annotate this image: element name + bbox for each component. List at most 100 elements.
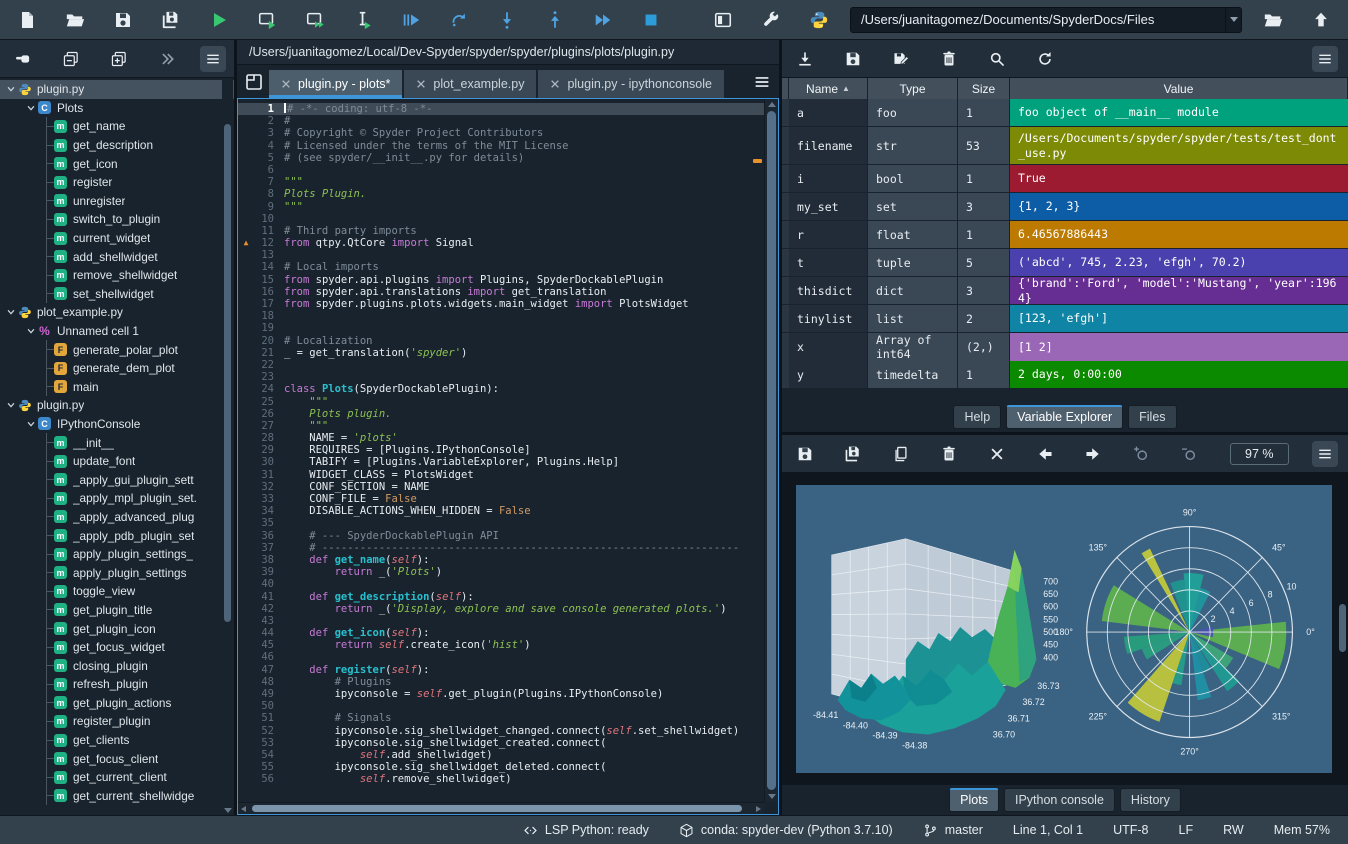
maximize-pane-icon[interactable] — [710, 7, 736, 33]
tab-ipython-console[interactable]: IPython console — [1004, 788, 1115, 812]
variable-row-thisdict[interactable]: thisdictdict3{'brand':'Ford', 'model':'M… — [782, 277, 1348, 305]
run-cell-icon[interactable] — [254, 7, 280, 33]
variable-row-my_set[interactable]: my_setset3{1, 2, 3} — [782, 193, 1348, 221]
outline-item-apply_plugin_settings_[interactable]: mapply_plugin_settings_ — [0, 545, 234, 564]
column-header-name[interactable]: Name▲ — [789, 78, 868, 99]
outline-scrollbar[interactable] — [222, 80, 233, 813]
tab-plugin-py-plots-[interactable]: plugin.py - plots* — [269, 70, 402, 98]
variable-value[interactable]: {'brand':'Ford', 'model':'Mustang', 'yea… — [1010, 277, 1348, 304]
variable-table[interactable]: Name▲TypeSizeValueafoo1foo object of __m… — [782, 78, 1348, 402]
zoom-in-icon[interactable] — [1128, 441, 1154, 467]
save-data-as-icon[interactable] — [888, 46, 914, 72]
outline-item-get_focus_client[interactable]: mget_focus_client — [0, 749, 234, 768]
outline-item-main[interactable]: Fmain — [0, 378, 234, 397]
outline-item-get_current_client[interactable]: mget_current_client — [0, 768, 234, 787]
variable-row-r[interactable]: rfloat16.46567886443 — [782, 221, 1348, 249]
variable-value[interactable]: [123, 'efgh'] — [1010, 305, 1348, 332]
outline-item-register[interactable]: mregister — [0, 173, 234, 192]
outline-item-unregister[interactable]: munregister — [0, 192, 234, 211]
expander-chevron-icon[interactable] — [4, 400, 18, 410]
save-all-plots-icon[interactable] — [840, 441, 866, 467]
debug-icon[interactable] — [398, 7, 424, 33]
variable-value[interactable]: True — [1010, 165, 1348, 192]
column-header-size[interactable]: Size — [958, 78, 1010, 99]
step-into-icon[interactable] — [494, 7, 520, 33]
outline-options-menu-icon[interactable] — [200, 46, 226, 72]
refresh-variables-icon[interactable] — [1032, 46, 1058, 72]
tab-files[interactable]: Files — [1128, 405, 1176, 429]
editor-horizontal-scrollbar[interactable] — [238, 802, 764, 814]
new-file-icon[interactable] — [14, 7, 40, 33]
parent-directory-icon[interactable] — [1308, 7, 1334, 33]
editor-vertical-scrollbar[interactable] — [764, 99, 778, 802]
save-icon[interactable] — [110, 7, 136, 33]
python-env-icon[interactable] — [806, 7, 832, 33]
expander-chevron-icon[interactable] — [4, 84, 18, 94]
outline-item-closing_plugin[interactable]: mclosing_plugin — [0, 656, 234, 675]
outline-item-unnamed-cell-1[interactable]: %Unnamed cell 1 — [0, 322, 234, 341]
outline-item-get_current_shellwidge[interactable]: mget_current_shellwidge — [0, 787, 234, 806]
variable-row-filename[interactable]: filenamestr53/Users/Documents/spyder/spy… — [782, 127, 1348, 165]
outline-item-_apply_pdb_plugin_set[interactable]: m_apply_pdb_plugin_set — [0, 526, 234, 545]
tab-plots[interactable]: Plots — [949, 788, 999, 812]
search-variable-icon[interactable] — [984, 46, 1010, 72]
outline-item-generate_polar_plot[interactable]: Fgenerate_polar_plot — [0, 340, 234, 359]
expander-chevron-icon[interactable] — [24, 326, 38, 336]
stop-icon[interactable] — [638, 7, 664, 33]
expand-all-icon[interactable] — [106, 46, 132, 72]
tab-plot-example-py[interactable]: plot_example.py — [404, 70, 536, 98]
outline-item-refresh_plugin[interactable]: mrefresh_plugin — [0, 675, 234, 694]
outline-item-get_name[interactable]: mget_name — [0, 117, 234, 136]
outline-item-plots[interactable]: CPlots — [0, 99, 234, 118]
browse-directory-icon[interactable] — [1260, 7, 1286, 33]
save-data-icon[interactable] — [840, 46, 866, 72]
variable-row-x[interactable]: xArray of int64(2,)[1 2] — [782, 333, 1348, 361]
column-header-value[interactable]: Value — [1010, 78, 1348, 99]
preferences-icon[interactable] — [758, 7, 784, 33]
outline-item-get_plugin_actions[interactable]: mget_plugin_actions — [0, 694, 234, 713]
variable-row-y[interactable]: ytimedelta12 days, 0:00:00 — [782, 361, 1348, 389]
open-file-icon[interactable] — [62, 7, 88, 33]
browse-tabs-icon[interactable] — [241, 69, 267, 95]
outline-item-ipythonconsole[interactable]: CIPythonConsole — [0, 415, 234, 434]
outline-item-plot_example-py[interactable]: plot_example.py — [0, 303, 234, 322]
next-plot-icon[interactable] — [1080, 441, 1106, 467]
outline-item-remove_shellwidget[interactable]: mremove_shellwidget — [0, 266, 234, 285]
variable-value[interactable]: /Users/Documents/spyder/spyder/tests/tes… — [1010, 127, 1348, 164]
variable-row-i[interactable]: ibool1True — [782, 165, 1348, 193]
run-selection-icon[interactable] — [350, 7, 376, 33]
working-directory-input[interactable] — [851, 12, 1225, 27]
remove-all-plots-icon[interactable] — [984, 441, 1010, 467]
zoom-out-icon[interactable] — [1176, 441, 1202, 467]
show-more-icon[interactable] — [154, 46, 180, 72]
outline-item-plugin-py[interactable]: plugin.py — [0, 396, 234, 415]
outline-item-plugin-py[interactable]: plugin.py — [0, 80, 234, 99]
outline-item-switch_to_plugin[interactable]: mswitch_to_plugin — [0, 210, 234, 229]
outline-item-current_widget[interactable]: mcurrent_widget — [0, 229, 234, 248]
outline-item-_apply_mpl_plugin_set-[interactable]: m_apply_mpl_plugin_set. — [0, 489, 234, 508]
outline-item-_apply_advanced_plug[interactable]: m_apply_advanced_plug — [0, 508, 234, 527]
variable-value[interactable]: 2 days, 0:00:00 — [1010, 361, 1348, 388]
plots-options-menu-icon[interactable] — [1312, 441, 1338, 467]
tab-variable-explorer[interactable]: Variable Explorer — [1006, 405, 1123, 429]
save-all-icon[interactable] — [158, 7, 184, 33]
variable-value[interactable]: ('abcd', 745, 2.23, 'efgh', 70.2) — [1010, 249, 1348, 276]
tab-plugin-py-ipythonconsole[interactable]: plugin.py - ipythonconsole — [538, 70, 724, 98]
variable-value[interactable]: [1 2] — [1010, 333, 1348, 361]
variable-row-t[interactable]: ttuple5('abcd', 745, 2.23, 'efgh', 70.2) — [782, 249, 1348, 277]
tab-history[interactable]: History — [1120, 788, 1181, 812]
outline-item-get_icon[interactable]: mget_icon — [0, 154, 234, 173]
close-tab-icon[interactable] — [416, 79, 426, 89]
outline-item-get_plugin_icon[interactable]: mget_plugin_icon — [0, 619, 234, 638]
close-tab-icon[interactable] — [281, 79, 291, 89]
remove-variable-icon[interactable] — [936, 46, 962, 72]
outline-item-__init__[interactable]: m__init__ — [0, 433, 234, 452]
plots-scrollbar[interactable] — [1338, 475, 1347, 783]
import-data-icon[interactable] — [792, 46, 818, 72]
expander-chevron-icon[interactable] — [4, 307, 18, 317]
outline-item-add_shellwidget[interactable]: madd_shellwidget — [0, 247, 234, 266]
code-editor[interactable]: 1# -*- coding: utf-8 -*-2#3# Copyright ©… — [237, 98, 779, 815]
continue-execution-icon[interactable] — [590, 7, 616, 33]
editor-options-menu-icon[interactable] — [749, 69, 775, 95]
variables-options-menu-icon[interactable] — [1312, 46, 1338, 72]
